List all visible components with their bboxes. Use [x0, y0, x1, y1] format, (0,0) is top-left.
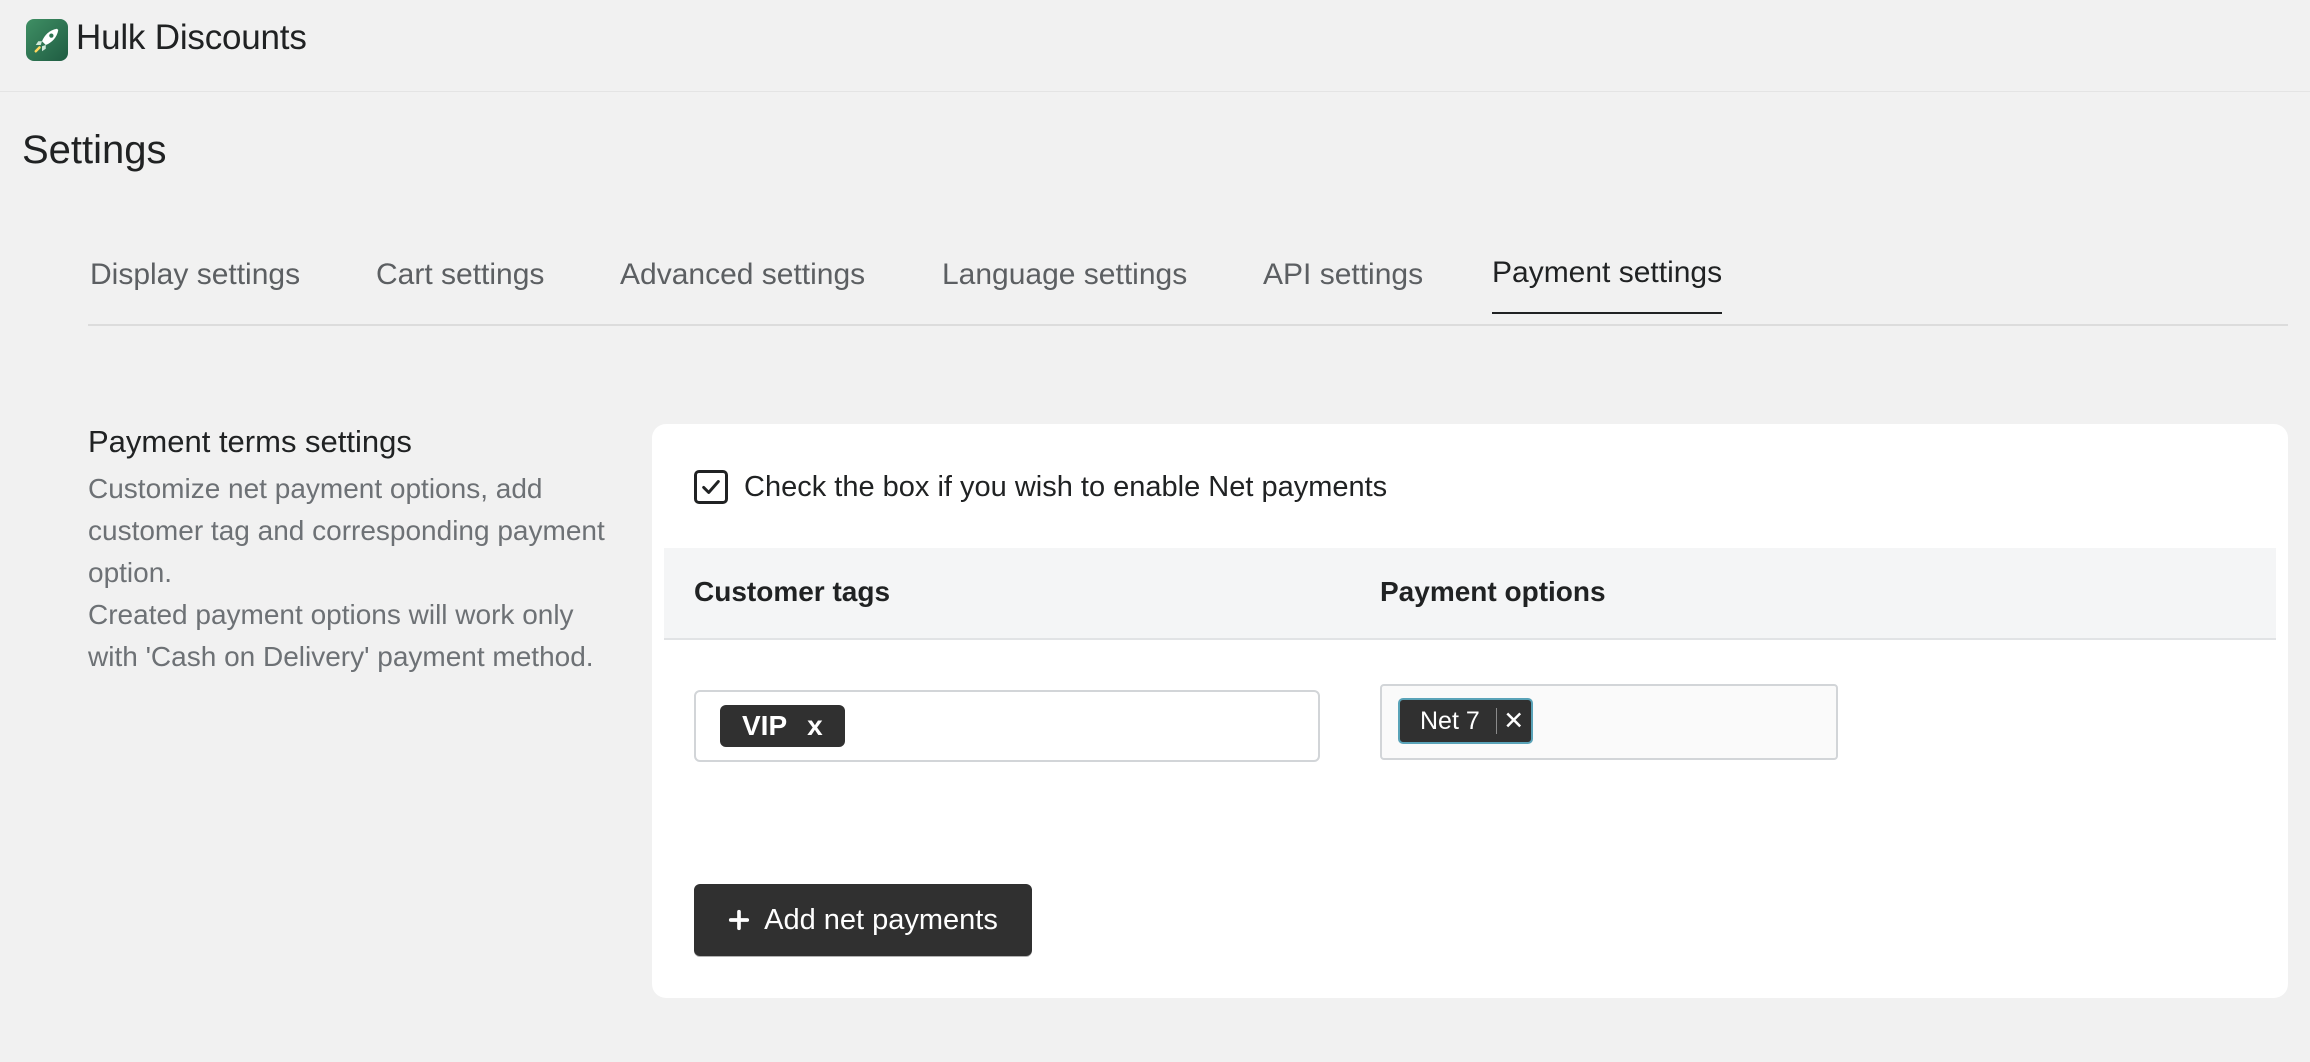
- tab-api-settings[interactable]: API settings: [1263, 258, 1423, 292]
- tab-advanced-settings[interactable]: Advanced settings: [620, 258, 865, 292]
- tab-cart-settings[interactable]: Cart settings: [376, 258, 544, 292]
- column-header-customer-tags: Customer tags: [694, 576, 891, 607]
- table-header: Customer tags Payment options: [664, 548, 2276, 640]
- tab-language-settings[interactable]: Language settings: [942, 258, 1187, 292]
- settings-tabs: Display settings Cart settings Advanced …: [88, 248, 2288, 326]
- remove-tag-icon[interactable]: x: [807, 710, 823, 742]
- payment-options-select[interactable]: Net 7 ✕: [1380, 684, 1838, 760]
- payment-terms-card: Check the box if you wish to enable Net …: [652, 424, 2288, 998]
- customer-tag-label: VIP: [742, 710, 788, 741]
- checkmark-icon: [702, 480, 720, 494]
- column-header-payment-options: Payment options: [1380, 576, 1606, 607]
- tab-payment-settings[interactable]: Payment settings: [1492, 256, 1723, 314]
- customer-tag-chip: VIP x: [720, 705, 845, 747]
- payment-option-chip: Net 7 ✕: [1398, 698, 1533, 744]
- app-header: Hulk Discounts: [0, 0, 2310, 92]
- customer-tags-input[interactable]: VIP x: [694, 690, 1320, 762]
- app-title: Hulk Discounts: [76, 18, 307, 57]
- enable-net-payments-row[interactable]: Check the box if you wish to enable Net …: [694, 470, 1387, 504]
- payment-terms-info: Payment terms settings Customize net pay…: [88, 424, 608, 678]
- enable-net-payments-checkbox[interactable]: [694, 470, 728, 504]
- close-icon[interactable]: ✕: [1497, 700, 1531, 742]
- enable-net-payments-label: Check the box if you wish to enable Net …: [744, 470, 1388, 503]
- add-net-payments-button[interactable]: Add net payments: [694, 884, 1032, 956]
- section-description: Customize net payment options, add custo…: [88, 473, 605, 588]
- section-heading: Payment terms settings: [88, 424, 412, 459]
- tab-display-settings[interactable]: Display settings: [90, 258, 300, 292]
- page-title: Settings: [22, 128, 167, 172]
- rocket-icon: [26, 19, 68, 61]
- section-note: Created payment options will work only w…: [88, 599, 594, 672]
- payment-option-label: Net 7: [1420, 706, 1480, 735]
- plus-icon: [728, 909, 750, 931]
- add-net-payments-label: Add net payments: [764, 903, 998, 936]
